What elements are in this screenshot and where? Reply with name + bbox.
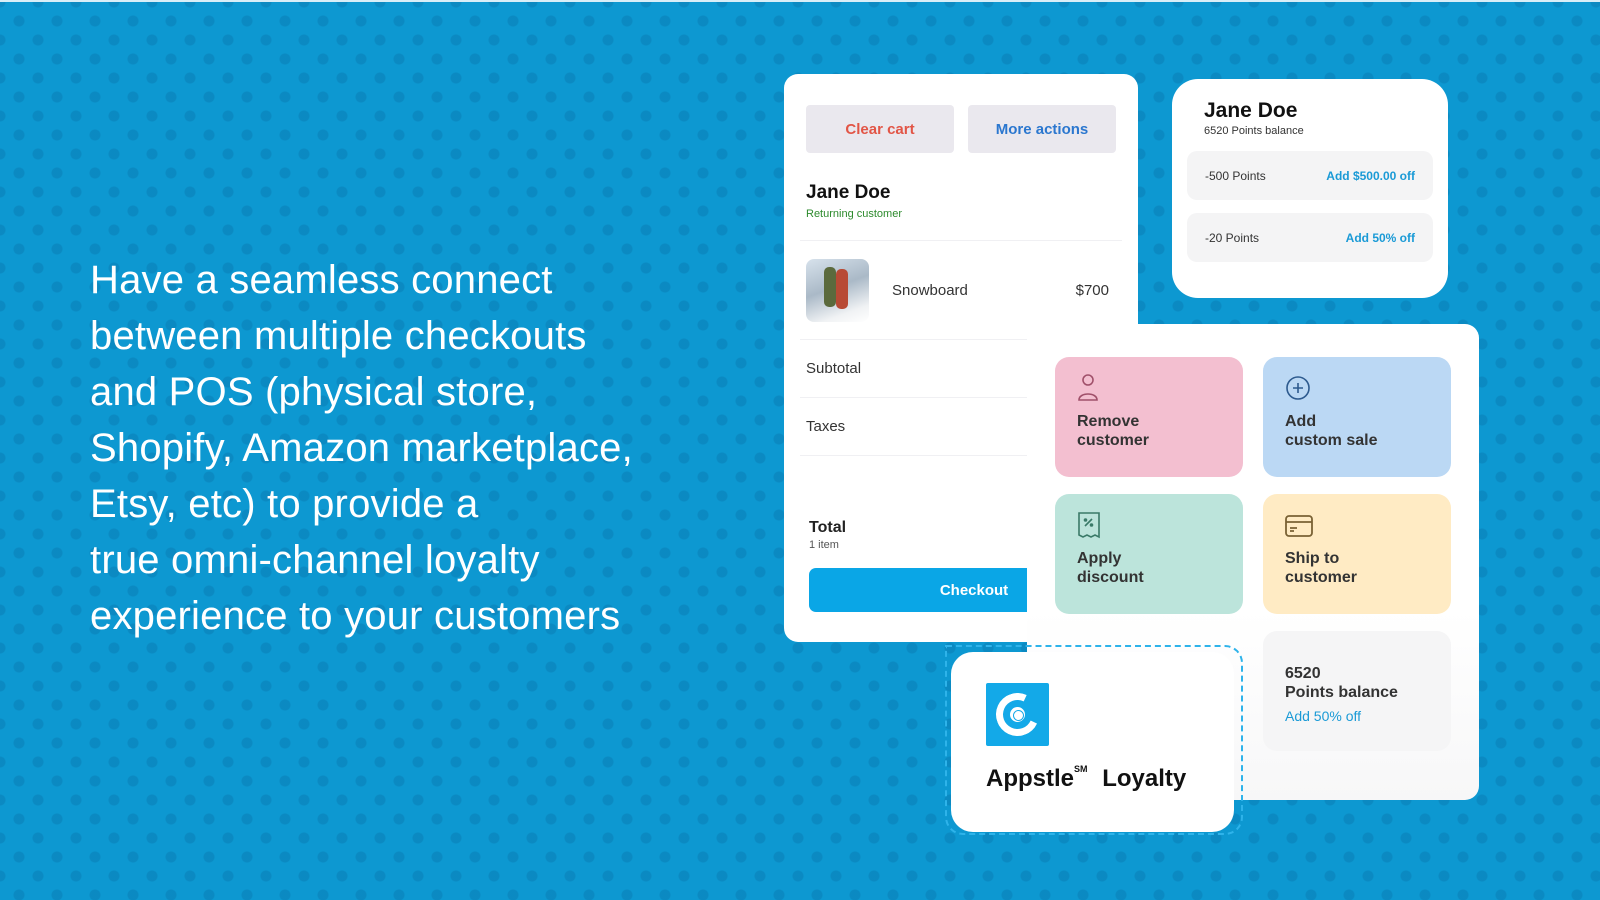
person-icon xyxy=(1078,374,1098,401)
reward-option[interactable]: -20 Points Add 50% off xyxy=(1187,213,1433,262)
tile-label: Remove customer xyxy=(1077,413,1150,449)
headline-line: between multiple checkouts xyxy=(90,314,587,358)
reward-action-link[interactable]: Add 50% off xyxy=(1346,231,1415,245)
ship-to-customer-tile[interactable]: Ship to customer xyxy=(1263,494,1451,614)
add-custom-sale-tile[interactable]: Add custom sale xyxy=(1263,357,1451,477)
cart-actions: Clear cart More actions xyxy=(806,105,1116,153)
product-thumbnail xyxy=(806,258,869,322)
headline-line: Shopify, Amazon marketplace, xyxy=(90,426,633,470)
clear-cart-button[interactable]: Clear cart xyxy=(806,105,954,153)
reward-points: -500 Points xyxy=(1205,168,1266,183)
more-actions-button[interactable]: More actions xyxy=(968,105,1116,153)
reward-option[interactable]: -500 Points Add $500.00 off xyxy=(1187,151,1433,200)
taxes-label: Taxes xyxy=(806,418,846,435)
remove-customer-tile[interactable]: Remove customer xyxy=(1055,357,1243,477)
customer-status: Returning customer xyxy=(806,208,902,220)
headline-line: Etsy, etc) to provide a xyxy=(90,482,479,526)
tile-label: Add custom sale xyxy=(1285,413,1378,449)
reward-points: -20 Points xyxy=(1205,230,1260,245)
headline-line: and POS (physical store, xyxy=(90,370,538,414)
brand-card: AppstleSM Loyalty xyxy=(951,652,1234,832)
points-customer-name: Jane Doe xyxy=(1204,99,1298,122)
appstle-logo-icon xyxy=(986,683,1049,746)
item-name: Snowboard xyxy=(892,281,968,299)
apply-discount-tile[interactable]: Apply discount xyxy=(1055,494,1243,614)
customer-name: Jane Doe xyxy=(806,182,891,203)
headline-line: Have a seamless connect xyxy=(90,258,553,302)
subtotal-label: Subtotal xyxy=(806,360,862,377)
headline-line: true omni-channel loyalty xyxy=(90,538,540,582)
tile-label: Ship to customer xyxy=(1285,550,1358,586)
balance-label: Points balance xyxy=(1285,684,1398,701)
credit-card-icon xyxy=(1285,515,1313,537)
reward-action-link[interactable]: Add $500.00 off xyxy=(1326,169,1415,183)
plus-circle-icon xyxy=(1286,376,1310,400)
points-balance-tile: 6520 Points balance Add 50% off xyxy=(1263,631,1451,751)
points-balance: 6520 Points balance xyxy=(1204,125,1304,137)
balance-number: 6520 xyxy=(1285,665,1321,682)
brand-name: AppstleSM Loyalty xyxy=(986,764,1187,792)
points-card: Jane Doe 6520 Points balance -500 Points… xyxy=(1172,79,1448,298)
service-mark: SM xyxy=(1074,764,1088,774)
item-price: $700 xyxy=(1075,281,1109,299)
headline: Have a seamless connect between multiple… xyxy=(90,252,730,644)
globe-icon xyxy=(1010,707,1025,722)
discount-receipt-icon xyxy=(1078,512,1100,539)
tile-label: Apply discount xyxy=(1077,550,1144,586)
balance-action-link[interactable]: Add 50% off xyxy=(1285,708,1429,724)
headline-line: experience to your customers xyxy=(90,594,621,638)
